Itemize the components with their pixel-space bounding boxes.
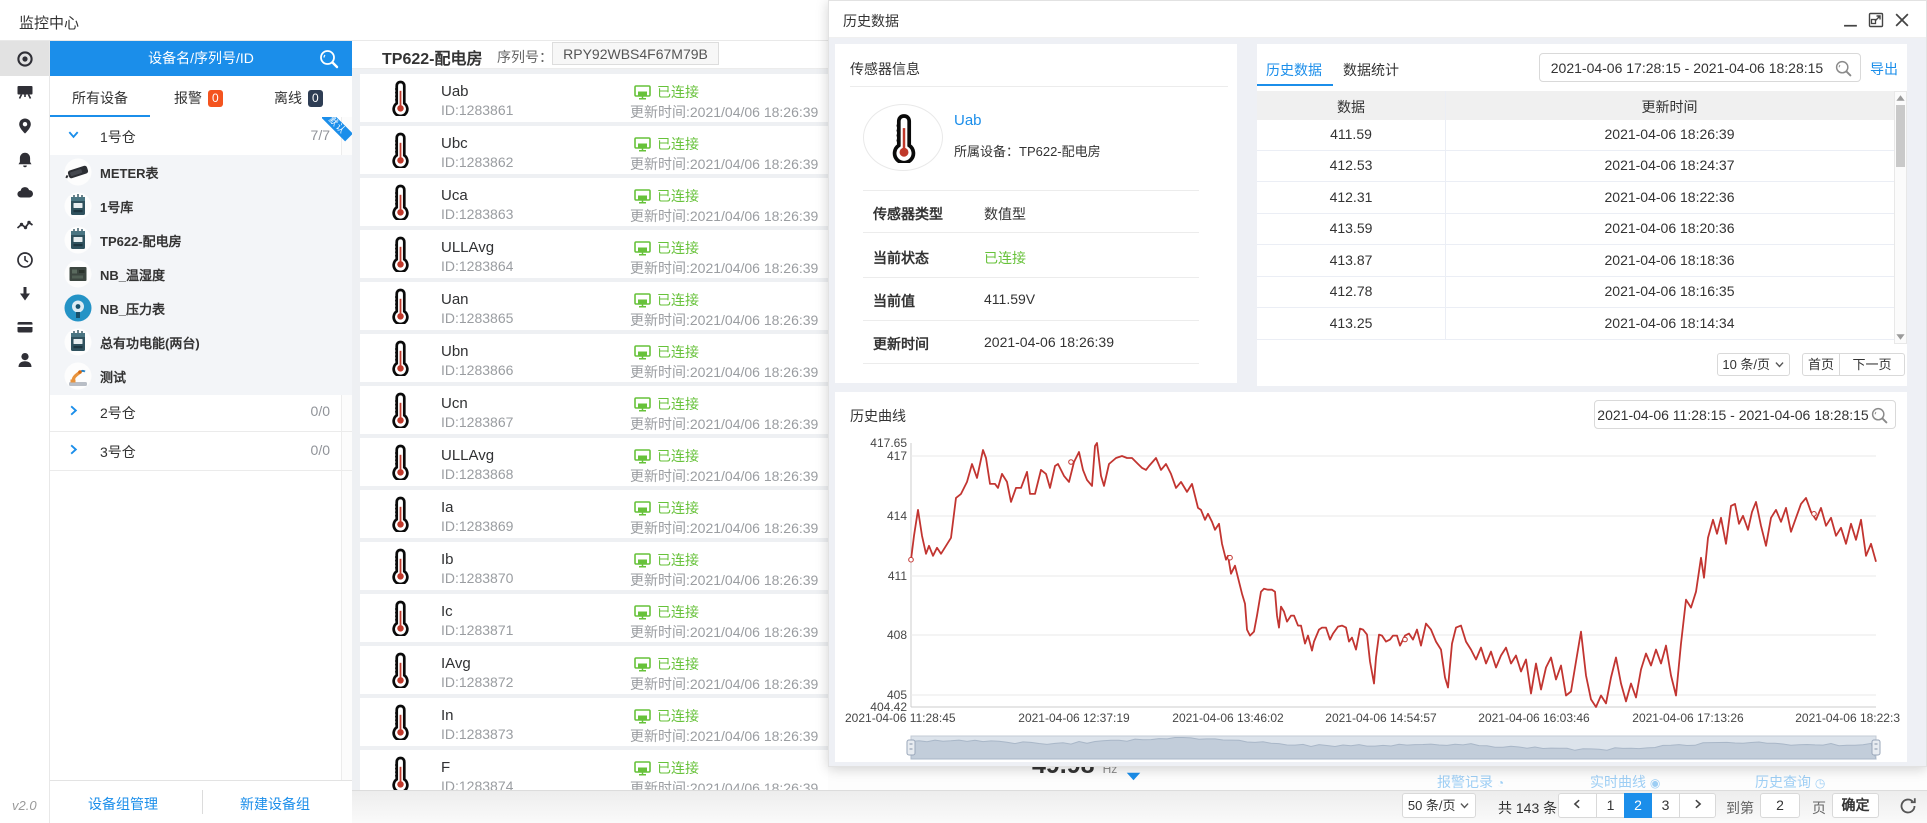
- svg-text:408: 408: [887, 628, 907, 642]
- svg-text:417.65: 417.65: [870, 436, 907, 450]
- svg-text:2021-04-06 16:03:46: 2021-04-06 16:03:46: [1478, 711, 1590, 725]
- svg-text:417: 417: [887, 449, 907, 463]
- svg-text:2021-04-06 17:13:26: 2021-04-06 17:13:26: [1632, 711, 1744, 725]
- svg-text:2021-04-06 14:54:57: 2021-04-06 14:54:57: [1325, 711, 1437, 725]
- svg-text:414: 414: [887, 509, 907, 523]
- svg-text:411: 411: [888, 569, 907, 583]
- svg-text:2021-04-06 13:46:02: 2021-04-06 13:46:02: [1172, 711, 1284, 725]
- svg-text:2021-04-06 18:22:3: 2021-04-06 18:22:3: [1795, 711, 1900, 725]
- svg-text:2021-04-06 12:37:19: 2021-04-06 12:37:19: [1018, 711, 1130, 725]
- svg-text:2021-04-06 11:28:45: 2021-04-06 11:28:45: [845, 711, 956, 725]
